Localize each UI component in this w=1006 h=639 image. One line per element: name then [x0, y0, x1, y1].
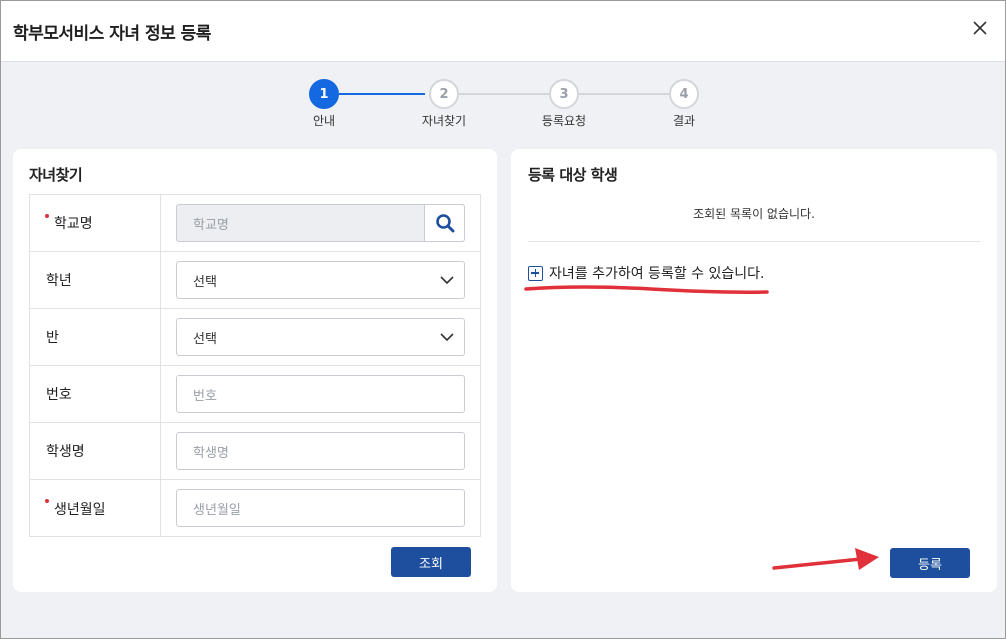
step-1-label: 안내 — [312, 114, 336, 128]
step-2-label: 자녀찾기 — [421, 114, 467, 128]
grade-select-value: 선택 — [193, 274, 217, 290]
grade-label: 학년 — [30, 252, 161, 308]
dialog-header: 학부모서비스 자녀 정보 등록 — [1, 1, 1005, 62]
student-name-label: 학생명 — [30, 423, 161, 479]
form-row-class: 반 선택 — [30, 309, 480, 366]
red-underline-annotation — [524, 285, 769, 294]
step-4-label: 결과 — [672, 114, 696, 128]
form-row-school: 학교명 학교명 — [30, 195, 480, 252]
form-row-grade: 학년 선택 — [30, 252, 480, 309]
step-connector-3 — [579, 93, 669, 95]
search-submit-button[interactable]: 조회 — [391, 547, 471, 577]
class-select[interactable]: 선택 — [176, 318, 465, 356]
number-input-placeholder: 번호 — [193, 388, 217, 404]
class-label: 반 — [30, 309, 161, 365]
required-mark — [45, 214, 49, 218]
step-3-circle: 3 — [549, 79, 579, 109]
form-row-number: 번호 번호 — [30, 366, 480, 423]
birthdate-label-text: 생년월일 — [54, 501, 106, 518]
add-child-text: 자녀를 추가하여 등록할 수 있습니다. — [549, 266, 765, 282]
school-label: 학교명 — [30, 195, 161, 251]
chevron-down-icon — [440, 333, 454, 342]
step-3-label: 등록요청 — [541, 114, 587, 128]
birthdate-label: 생년월일 — [30, 480, 161, 537]
number-label: 번호 — [30, 366, 161, 422]
form-row-birthdate: 생년월일 생년월일 — [30, 480, 480, 537]
search-icon — [435, 214, 454, 233]
school-input[interactable]: 학교명 — [176, 204, 465, 242]
red-arrow-annotation — [772, 548, 879, 570]
search-panel-title: 자녀찾기 — [29, 166, 83, 184]
chevron-down-icon — [440, 276, 454, 285]
form-row-student-name: 학생명 학생명 — [30, 423, 480, 480]
class-select-value: 선택 — [193, 331, 217, 347]
register-button[interactable]: 등록 — [890, 548, 970, 578]
school-search-button[interactable] — [424, 204, 465, 242]
empty-list-message: 조회된 목록이 없습니다. — [693, 207, 815, 221]
close-icon[interactable] — [971, 19, 989, 37]
divider — [528, 241, 980, 242]
plus-square-icon — [528, 265, 543, 281]
step-1-circle: 1 — [309, 79, 339, 109]
number-input[interactable]: 번호 — [176, 375, 465, 413]
dialog-title: 학부모서비스 자녀 정보 등록 — [13, 24, 211, 44]
school-input-placeholder: 학교명 — [193, 217, 229, 233]
step-2-circle: 2 — [429, 79, 459, 109]
birthdate-input-placeholder: 생년월일 — [193, 502, 241, 518]
target-panel-title: 등록 대상 학생 — [528, 166, 618, 184]
school-label-text: 학교명 — [54, 216, 93, 232]
add-child-link[interactable]: 자녀를 추가하여 등록할 수 있습니다. — [528, 263, 764, 283]
search-form: 학교명 학교명 학년 선택 반 선택 번호 번호 학생명 학생명 생년월일 생년… — [29, 194, 481, 537]
birthdate-input[interactable]: 생년월일 — [176, 489, 465, 527]
grade-select[interactable]: 선택 — [176, 261, 465, 299]
dialog-frame: 학부모서비스 자녀 정보 등록 1 2 3 4 안내 자녀찾기 등록요청 결과 … — [0, 0, 1006, 639]
student-name-input[interactable]: 학생명 — [176, 432, 465, 470]
step-4-circle: 4 — [669, 79, 699, 109]
step-connector-1 — [339, 93, 425, 95]
required-mark — [45, 499, 49, 503]
student-name-input-placeholder: 학생명 — [193, 445, 229, 461]
step-connector-2 — [459, 93, 549, 95]
